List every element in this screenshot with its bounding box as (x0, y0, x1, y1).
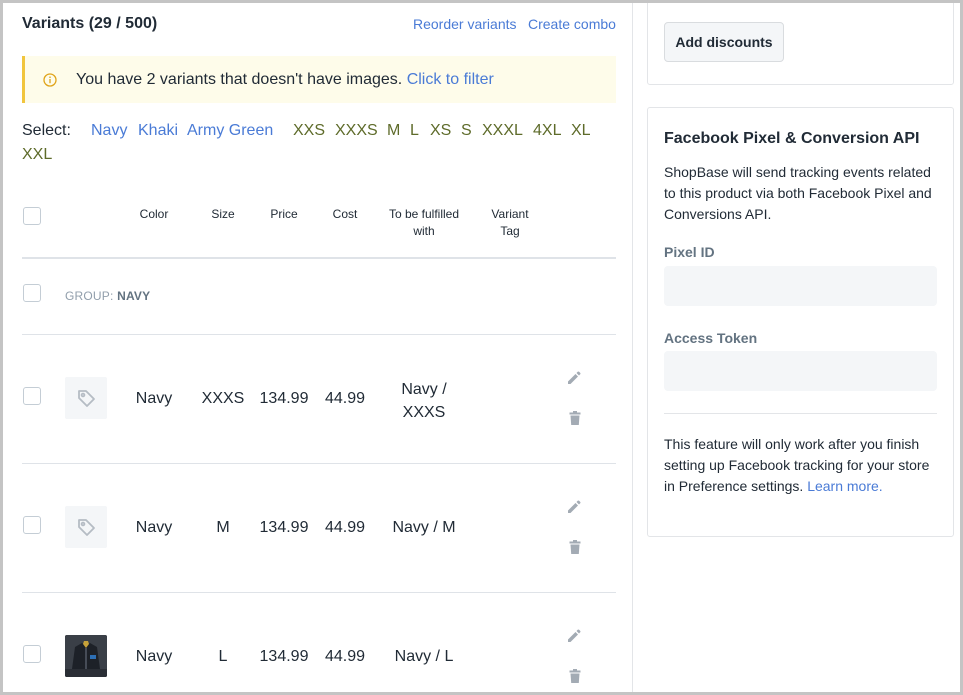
row-checkbox[interactable] (23, 387, 41, 405)
row-price: 134.99 (259, 519, 309, 536)
group-prefix: GROUP: (65, 289, 114, 303)
row-size: L (218, 648, 228, 665)
pixel-id-input[interactable] (664, 266, 937, 306)
facebook-description: ShopBase will send tracking events relat… (664, 164, 932, 222)
trash-icon[interactable] (567, 539, 583, 555)
select-size-m[interactable]: M (387, 122, 400, 140)
col-tag-line1: Variant (491, 207, 529, 221)
access-token-label: Access Token (664, 330, 758, 346)
add-discounts-button[interactable]: Add discounts (664, 22, 784, 62)
jacket-photo (65, 635, 107, 677)
discounts-card: Add discounts (647, 3, 954, 85)
row-divider (22, 334, 616, 335)
group-checkbox[interactable] (23, 284, 41, 302)
row-size: XXXS (201, 390, 245, 407)
col-tag-line2: Tag (500, 224, 520, 238)
row-fulfilled-line2: XXXS (402, 404, 446, 421)
pixel-id-label: Pixel ID (664, 244, 715, 260)
pencil-icon[interactable] (566, 370, 582, 386)
select-color-khaki[interactable]: Khaki (138, 122, 178, 140)
select-label: Select: (22, 122, 71, 139)
row-fulfilled-with: Navy / M (392, 519, 456, 536)
pencil-icon[interactable] (566, 499, 582, 515)
facebook-pixel-card: Facebook Pixel & Conversion API ShopBase… (647, 107, 954, 537)
col-fulfilled-with: To be fulfilled with (379, 206, 469, 240)
row-price: 134.99 (259, 648, 309, 665)
row-fulfilled-with: Navy / XXXS (379, 378, 469, 424)
select-color-army-green[interactable]: Army Green (187, 122, 273, 140)
row-cost: 44.99 (324, 648, 366, 665)
select-size-xxxs[interactable]: XXXS (335, 122, 378, 140)
group-name: NAVY (117, 289, 151, 303)
sidebar-panel: Add discounts Facebook Pixel & Conversio… (633, 3, 960, 692)
select-size-xxxl[interactable]: XXXL (482, 122, 523, 140)
row-color: Navy (135, 390, 173, 407)
tag-icon (78, 519, 95, 536)
variant-image[interactable] (65, 635, 107, 677)
facebook-card-title: Facebook Pixel & Conversion API (664, 130, 920, 147)
row-divider (22, 463, 616, 464)
select-size-s[interactable]: S (461, 122, 472, 140)
row-checkbox[interactable] (23, 516, 41, 534)
select-color-navy[interactable]: Navy (91, 122, 127, 140)
row-divider (22, 592, 616, 593)
row-color: Navy (135, 519, 173, 536)
select-size-4xl[interactable]: 4XL (533, 122, 561, 140)
create-combo-link[interactable]: Create combo (528, 16, 616, 32)
row-price: 134.99 (259, 390, 309, 407)
row-cost: 44.99 (324, 390, 366, 407)
col-size: Size (211, 207, 235, 221)
select-size-xxl[interactable]: XXL (22, 146, 52, 164)
group-label: GROUP: NAVY (65, 289, 150, 303)
row-checkbox[interactable] (23, 645, 41, 663)
banner-text: You have 2 variants that doesn't have im… (76, 71, 403, 88)
variants-title: Variants (29 / 500) (22, 15, 158, 32)
row-fulfilled-line1: Navy / (401, 381, 447, 398)
click-to-filter-link[interactable]: Click to filter (407, 71, 494, 88)
select-size-xs[interactable]: XS (430, 122, 451, 140)
missing-images-banner: You have 2 variants that doesn't have im… (22, 56, 616, 103)
tag-icon (78, 390, 95, 407)
access-token-input[interactable] (664, 351, 937, 391)
info-icon (43, 73, 57, 87)
card-divider (664, 413, 937, 414)
row-cost: 44.99 (324, 519, 366, 536)
select-size-l[interactable]: L (410, 122, 419, 140)
trash-icon[interactable] (567, 668, 583, 684)
select-size-xxs[interactable]: XXS (293, 122, 325, 140)
select-all-checkbox[interactable] (23, 207, 41, 225)
row-color: Navy (135, 648, 173, 665)
col-cost: Cost (332, 207, 358, 221)
variants-section: Variants (29 / 500) Reorder variants Cre… (3, 3, 632, 692)
trash-icon[interactable] (567, 410, 583, 426)
col-fulfilled-line2: with (413, 224, 435, 238)
learn-more-link[interactable]: Learn more. (807, 478, 882, 494)
pencil-icon[interactable] (566, 628, 582, 644)
row-fulfilled-with: Navy / L (394, 648, 454, 665)
col-fulfilled-line1: To be fulfilled (388, 207, 460, 221)
col-price: Price (270, 207, 298, 221)
facebook-note: This feature will only work after you fi… (664, 434, 944, 497)
variant-image-placeholder[interactable] (65, 506, 107, 548)
banner-message: You have 2 variants that doesn't have im… (76, 71, 494, 89)
row-size: M (216, 519, 230, 536)
col-color: Color (139, 207, 169, 221)
header-divider (22, 257, 616, 259)
facebook-note-text: This feature will only work after you fi… (664, 436, 930, 494)
col-variant-tag: Variant Tag (479, 206, 541, 240)
reorder-variants-link[interactable]: Reorder variants (413, 16, 517, 32)
select-size-xl[interactable]: XL (571, 122, 591, 140)
variant-image-placeholder[interactable] (65, 377, 107, 419)
